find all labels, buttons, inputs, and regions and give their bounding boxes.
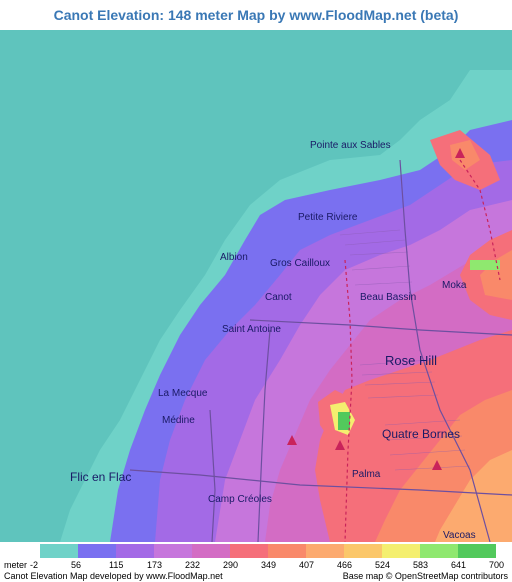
label-saint-antoine: Saint Antoine: [222, 324, 281, 335]
legend-swatch: [458, 544, 496, 558]
legend-swatch: [306, 544, 344, 558]
legend-swatch: [382, 544, 420, 558]
legend-value: 290: [223, 560, 239, 570]
label-medine: Médine: [162, 415, 195, 426]
legend-value: 56: [71, 560, 82, 570]
label-palma: Palma: [352, 469, 381, 480]
legend-value: 115: [109, 560, 124, 570]
legend-value: 641: [451, 560, 467, 570]
corps-de-garde-peak: [338, 412, 350, 430]
legend-value: 407: [299, 560, 315, 570]
elevation-legend-bar: [40, 544, 496, 558]
label-gros-cailloux: Gros Cailloux: [270, 258, 330, 269]
legend-swatch: [116, 544, 154, 558]
map-canvas: Pointe aux Sables Petite Riviere Albion …: [0, 30, 512, 542]
legend-value: 173: [147, 560, 163, 570]
legend-swatch: [78, 544, 116, 558]
label-la-mecque: La Mecque: [158, 388, 208, 399]
legend-swatch: [420, 544, 458, 558]
label-rose-hill: Rose Hill: [385, 353, 437, 368]
legend-value: 700: [489, 560, 505, 570]
label-pointe-aux-sables: Pointe aux Sables: [310, 140, 391, 151]
legend-value: 232: [185, 560, 201, 570]
legend-swatch: [268, 544, 306, 558]
legend-swatch: [230, 544, 268, 558]
label-canot: Canot: [265, 292, 292, 303]
label-vacoas: Vacoas: [443, 530, 476, 541]
legend-value: 583: [413, 560, 429, 570]
footer-credit: Canot Elevation Map developed by www.Flo…: [4, 571, 223, 581]
map-title: Canot Elevation: 148 meter Map by www.Fl…: [53, 7, 459, 23]
elevation-map[interactable]: Pointe aux Sables Petite Riviere Albion …: [0, 30, 512, 542]
legend-unit-label: meter: [4, 560, 28, 570]
legend-value: -2: [30, 560, 39, 570]
footer: Canot Elevation Map developed by www.Flo…: [0, 571, 512, 582]
label-camp-creoles: Camp Créoles: [208, 494, 272, 505]
legend-swatch: [192, 544, 230, 558]
legend-swatch: [344, 544, 382, 558]
label-albion: Albion: [220, 252, 248, 263]
legend-swatch: [40, 544, 78, 558]
legend-value: 349: [261, 560, 277, 570]
legend-value: 524: [375, 560, 391, 570]
label-flic-en-flac: Flic en Flac: [70, 470, 131, 484]
footer-basemap-credit: Base map © OpenStreetMap contributors: [342, 571, 508, 581]
moka-peak: [470, 260, 500, 270]
label-moka: Moka: [442, 280, 467, 291]
label-quatre-bornes: Quatre Bornes: [382, 427, 460, 441]
legend-value: 466: [337, 560, 353, 570]
legend-swatch: [154, 544, 192, 558]
label-petite-riviere: Petite Riviere: [298, 212, 358, 223]
label-beau-bassin: Beau Bassin: [360, 292, 416, 303]
